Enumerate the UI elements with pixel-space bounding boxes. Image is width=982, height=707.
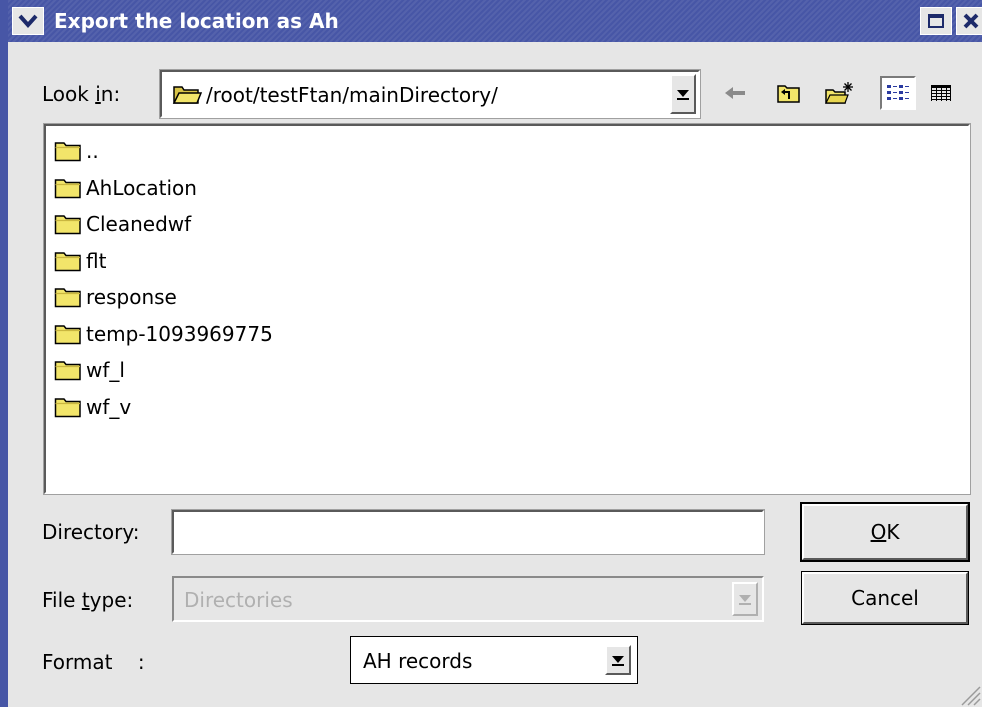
folder-icon	[54, 178, 81, 198]
file-list[interactable]: .. AhLocation Cleanedwf flt response temp-109…	[43, 123, 971, 495]
format-label: Format :	[42, 650, 145, 674]
window-menu-button[interactable]	[12, 7, 44, 35]
format-dropdown-button[interactable]	[605, 645, 631, 675]
file-list-item[interactable]: wf_v	[54, 394, 131, 420]
directory-label: Directory:	[42, 520, 140, 544]
file-name: ..	[86, 139, 99, 163]
list-view-icon	[887, 85, 909, 100]
folder-icon	[54, 288, 81, 308]
file-name: AhLocation	[86, 175, 197, 200]
folder-icon	[54, 361, 81, 381]
folder-icon	[54, 215, 81, 235]
look-in-dropdown-button[interactable]	[670, 74, 696, 114]
file-list-item[interactable]: wf_l	[54, 357, 125, 383]
file-list-item[interactable]: AhLocation	[54, 175, 197, 201]
open-folder-icon	[172, 86, 202, 104]
file-name: Cleanedwf	[86, 212, 192, 236]
folder-icon	[54, 324, 81, 344]
file-list-item[interactable]: flt	[54, 248, 106, 274]
detail-view-button[interactable]	[926, 78, 956, 108]
folder-icon	[54, 251, 81, 271]
file-list-item[interactable]: response	[54, 284, 177, 310]
close-button[interactable]	[956, 7, 982, 35]
file-name: temp-1093969775	[86, 321, 273, 346]
parent-folder-button[interactable]	[774, 78, 804, 108]
resize-grip-icon[interactable]	[956, 681, 982, 707]
dropdown-arrow-icon	[612, 656, 624, 666]
file-type-combobox: Directories	[172, 576, 764, 622]
file-name: wf_l	[86, 358, 125, 382]
folder-icon	[54, 397, 81, 417]
file-list-item[interactable]: ..	[54, 138, 99, 164]
file-type-label: File type:	[42, 588, 134, 612]
detail-view-icon	[931, 85, 951, 101]
look-in-label: Look in:	[42, 82, 121, 106]
ok-label: OK	[870, 520, 900, 544]
file-name: wf_v	[86, 394, 132, 419]
dropdown-arrow-icon	[677, 90, 689, 100]
window-title: Export the location as Ah	[54, 9, 339, 33]
new-folder-icon	[825, 82, 853, 104]
directory-input[interactable]	[171, 509, 765, 555]
file-name: response	[86, 285, 177, 309]
maximize-button[interactable]	[920, 7, 952, 35]
file-list-item[interactable]: Cleanedwf	[54, 211, 191, 237]
chevron-down-icon	[18, 14, 38, 29]
look-in-path: /root/testFtan/mainDirectory/	[206, 83, 498, 107]
title-bar[interactable]: Export the location as Ah	[8, 0, 982, 42]
format-combobox[interactable]: AH records	[350, 636, 638, 684]
ok-button[interactable]: OK	[800, 502, 970, 562]
file-type-dropdown-button	[732, 582, 758, 616]
back-arrow-icon	[725, 87, 745, 99]
export-dialog: Export the location as Ah Look in: /root…	[0, 0, 982, 707]
parent-folder-icon	[777, 85, 800, 103]
new-folder-button[interactable]	[824, 78, 854, 108]
look-in-combobox[interactable]: /root/testFtan/mainDirectory/	[159, 69, 701, 119]
file-list-item[interactable]: temp-1093969775	[54, 321, 273, 347]
maximize-icon	[928, 14, 944, 28]
folder-icon	[54, 142, 81, 162]
dropdown-arrow-icon	[739, 595, 751, 605]
list-view-button[interactable]	[880, 76, 916, 110]
cancel-button[interactable]: Cancel	[801, 571, 969, 625]
directory-text[interactable]	[174, 512, 762, 552]
format-value: AH records	[363, 649, 473, 673]
close-icon	[963, 13, 979, 29]
back-button[interactable]	[720, 78, 750, 108]
file-name: flt	[86, 248, 107, 273]
file-type-value: Directories	[184, 588, 293, 612]
